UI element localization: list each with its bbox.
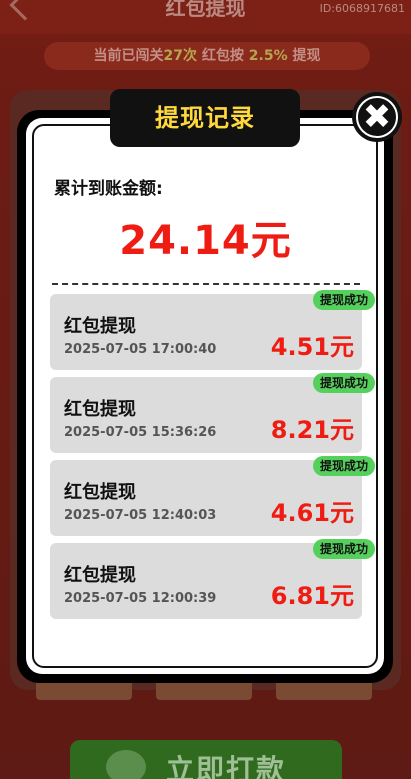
record-item: 红包提现 2025-07-05 17:00:40 4.51元 提现成功: [50, 290, 375, 370]
level-banner: 当前已闯关27次 红包按 2.5% 提现: [44, 42, 370, 70]
banner-rate: 2.5%: [248, 48, 288, 64]
record-amount: 4.51元: [270, 333, 354, 361]
record-name: 红包提现: [64, 399, 136, 420]
total-label: 累计到账金额:: [54, 179, 163, 199]
record-time: 2025-07-05 12:40:03: [64, 508, 217, 523]
wechat-icon: [106, 750, 146, 779]
page-header: 红包提现 ID:6068917681: [0, 0, 411, 34]
record-name: 红包提现: [64, 565, 136, 586]
user-id: ID:6068917681: [319, 2, 405, 15]
pay-now-button: 立即打款: [70, 740, 342, 779]
record-time: 2025-07-05 17:00:40: [64, 342, 217, 357]
banner-middle: 红包按: [197, 48, 249, 64]
record-time: 2025-07-05 15:36:26: [64, 425, 217, 440]
status-badge: 提现成功: [312, 373, 375, 393]
banner-suffix: 提现: [287, 48, 321, 64]
amount-option: [276, 680, 372, 700]
modal-title: 提现记录: [155, 104, 255, 132]
close-button[interactable]: ✖: [352, 92, 402, 142]
amount-option: [36, 680, 132, 700]
record-item: 红包提现 2025-07-05 15:36:26 8.21元 提现成功: [50, 373, 375, 453]
status-badge: 提现成功: [312, 539, 375, 559]
dashed-divider: [52, 283, 360, 285]
banner-count: 27次: [163, 48, 198, 64]
record-item: 红包提现 2025-07-05 12:00:39 6.81元 提现成功: [50, 539, 375, 619]
banner-prefix: 当前已闯关: [93, 48, 164, 64]
record-name: 红包提现: [64, 316, 136, 337]
record-item: 红包提现 2025-07-05 12:40:03 4.61元 提现成功: [50, 456, 375, 536]
status-badge: 提现成功: [312, 456, 375, 476]
status-badge: 提现成功: [312, 290, 375, 310]
amount-option: [156, 680, 252, 700]
record-amount: 4.61元: [270, 499, 354, 527]
record-time: 2025-07-05 12:00:39: [64, 591, 217, 606]
total-amount: 24.14元: [119, 218, 292, 264]
record-amount: 8.21元: [270, 416, 354, 444]
pay-now-label: 立即打款: [166, 753, 287, 779]
close-icon: ✖: [362, 97, 392, 137]
record-name: 红包提现: [64, 482, 136, 503]
record-amount: 6.81元: [270, 582, 354, 610]
